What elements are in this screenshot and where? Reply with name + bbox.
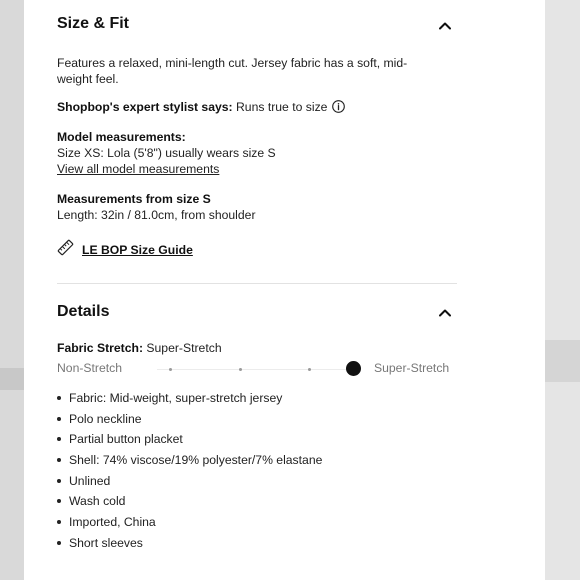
size-fit-description-line2: weight feel. (57, 72, 119, 86)
stretch-level-indicator (346, 361, 361, 376)
list-item: Wash cold (57, 493, 322, 514)
model-measurements-text: Size XS: Lola (5'8") usually wears size … (57, 146, 276, 160)
product-info-panel: Size & Fit Features a relaxed, mini-leng… (24, 0, 545, 580)
stylist-value: Runs true to size (232, 100, 328, 114)
chevron-up-icon[interactable] (439, 20, 451, 32)
stylist-says-row: Shopbop's expert stylist says: Runs true… (57, 99, 346, 115)
section-divider (57, 283, 457, 284)
stretch-tick (308, 367, 311, 371)
right-strip-band (545, 340, 580, 382)
stretch-track (157, 369, 353, 370)
right-background-strip (545, 0, 580, 580)
stretch-max-label: Super-Stretch (374, 361, 450, 375)
view-model-measurements-link[interactable]: View all model measurements (57, 161, 219, 177)
fabric-stretch-row: Fabric Stretch: Super-Stretch (57, 340, 222, 356)
size-fit-description-line1: Features a relaxed, mini-length cut. Jer… (57, 56, 408, 70)
stretch-tick (169, 367, 172, 371)
size-guide-link[interactable]: LE BOP Size Guide (57, 239, 193, 261)
measurements-heading: Measurements from size S (57, 192, 211, 206)
left-strip-band (0, 368, 24, 390)
measurements-text: Length: 32in / 81.0cm, from shoulder (57, 208, 256, 222)
left-background-strip (0, 0, 24, 580)
list-item: Polo neckline (57, 411, 322, 432)
stretch-min-label: Non-Stretch (57, 361, 123, 375)
fabric-stretch-value: Super-Stretch (143, 341, 222, 355)
info-icon[interactable] (332, 100, 346, 113)
details-heading: Details (57, 303, 110, 320)
stylist-label: Shopbop's expert stylist says: (57, 100, 233, 114)
fabric-stretch-scale: Non-Stretch Super-Stretch (57, 360, 457, 378)
details-list: Fabric: Mid-weight, super-stretch jersey… (57, 390, 322, 556)
list-item: Short sleeves (57, 535, 322, 556)
list-item: Shell: 74% viscose/19% polyester/7% elas… (57, 452, 322, 473)
fabric-stretch-label: Fabric Stretch: (57, 341, 144, 355)
chevron-up-icon[interactable] (439, 307, 451, 319)
model-measurements-heading: Model measurements: (57, 130, 186, 144)
ruler-icon (57, 239, 74, 261)
list-item: Partial button placket (57, 431, 322, 452)
size-guide-label: LE BOP Size Guide (82, 243, 193, 257)
list-item: Imported, China (57, 514, 322, 535)
list-item: Fabric: Mid-weight, super-stretch jersey (57, 390, 322, 411)
list-item: Unlined (57, 473, 322, 494)
size-fit-heading: Size & Fit (57, 15, 130, 32)
stretch-tick (239, 367, 242, 371)
